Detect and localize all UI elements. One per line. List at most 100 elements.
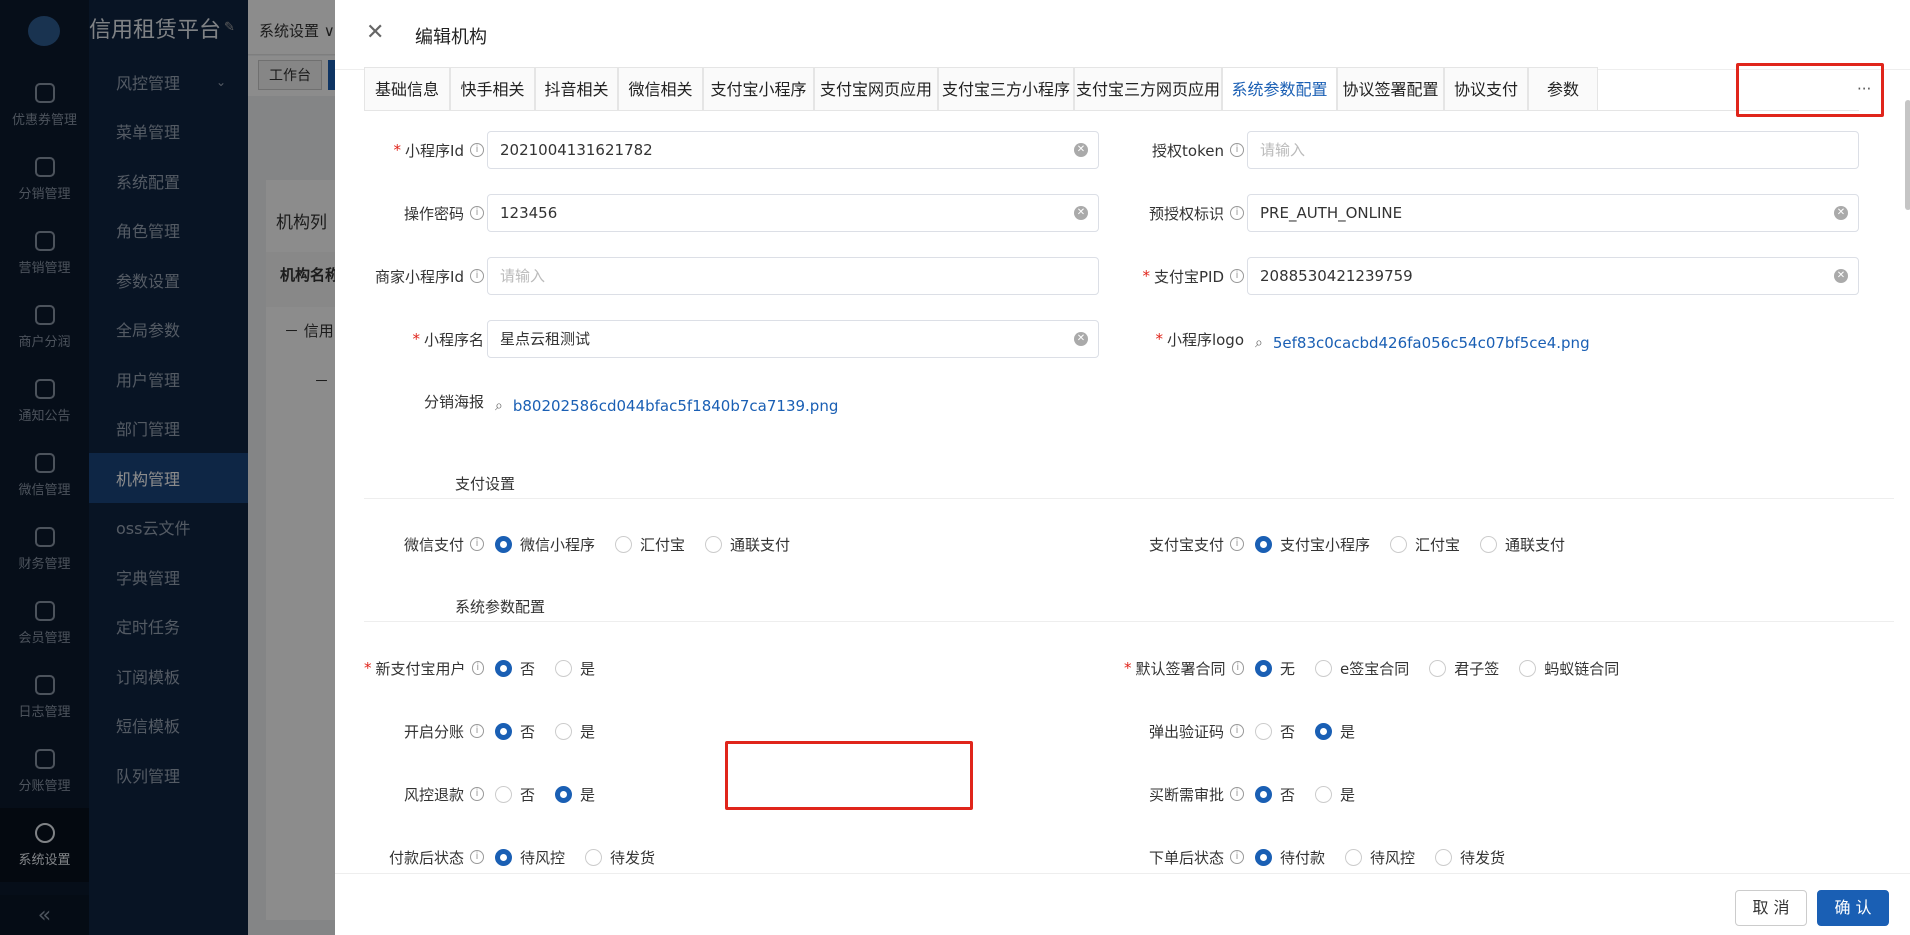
tab[interactable]: 参数 [1528,67,1598,110]
paperclip-icon: ⌕ [1255,335,1263,351]
close-icon[interactable]: ✕ [366,20,384,45]
merchant-mini-id-input[interactable]: 请输入 [487,257,1099,295]
radio-option[interactable]: 是 [555,784,595,805]
radio-dot [1255,785,1272,803]
cancel-button[interactable]: 取 消 [1735,890,1807,926]
radio-label: 待发货 [610,848,656,867]
radio-option[interactable]: 汇付宝 [615,534,685,555]
poster-file[interactable]: ⌕ b80202586cd044bfac5f1840b7ca7139.png [495,387,838,425]
radio-dot [1315,722,1333,740]
radio-option[interactable]: 是 [555,658,595,679]
radio-label: 君子签 [1454,659,1500,678]
radio-dot [495,659,512,677]
highlight-box-tab [1736,63,1884,117]
radio-dot [495,848,512,866]
default-contract-radio-group: 无 e签宝合同 君子签 蚂蚁链合同 [1255,649,1639,687]
label-wechat-pay: 微信支付 i [364,525,484,563]
new-alipay-user-radio-group: 否是 [495,649,615,687]
tab[interactable]: 协议签署配置 [1337,67,1444,110]
radio-option[interactable]: 蚂蚁链合同 [1519,658,1619,679]
radio-option[interactable]: 否 [495,784,535,805]
radio-option[interactable]: 君子签 [1429,658,1499,679]
radio-dot [1255,722,1272,740]
radio-option[interactable]: 微信小程序 [495,534,595,555]
confirm-button[interactable]: 确 认 [1817,890,1889,926]
clear-icon[interactable]: ✕ [1074,143,1088,157]
profit-share-radio-group: 否是 [495,712,615,750]
radio-option[interactable]: 否 [495,658,535,679]
section-pay: 支付设置 [364,473,1894,499]
mini-logo-file[interactable]: ⌕ 5ef83c0cacbd426fa056c54c07bf5ce4.png [1255,324,1590,362]
tab[interactable]: 系统参数配置 [1222,67,1337,110]
mini-name-input[interactable]: 星点云租测试 ✕ [487,320,1099,358]
label-alipay-pid: * 支付宝PID i [1124,257,1244,295]
edit-org-drawer: ✕ 编辑机构 基础信息 快手相关 抖音相关 微信相关 支付宝小程序 支付宝网页应用 支付宝三… [335,0,1910,935]
tab[interactable]: 抖音相关 [535,67,618,110]
op-password-input[interactable]: 123456 ✕ [487,194,1099,232]
info-icon: i [1230,206,1244,220]
label-op-password: 操作密码 i [364,194,484,232]
drawer-title: 编辑机构 [415,27,487,48]
tab[interactable]: 支付宝网页应用 [814,67,938,110]
label-after-order-status: 下单后状态 i [1124,838,1244,870]
info-icon: i [470,269,484,283]
radio-dot [1315,785,1333,803]
radio-dot [495,722,512,740]
radio-option[interactable]: 待发货 [585,847,655,868]
tab[interactable]: 微信相关 [618,67,703,110]
radio-option[interactable]: 是 [1315,721,1355,742]
tab[interactable]: 协议支付 [1444,67,1528,110]
radio-label: 否 [1280,722,1296,741]
clear-icon[interactable]: ✕ [1834,269,1848,283]
clear-icon[interactable]: ✕ [1074,206,1088,220]
radio-option[interactable]: 否 [495,721,535,742]
tab[interactable]: 支付宝三方网页应用 [1074,67,1222,110]
tab[interactable]: 快手相关 [450,67,535,110]
radio-dot [1390,535,1408,553]
radio-option[interactable]: 待发货 [1435,847,1505,868]
tab[interactable]: 支付宝三方小程序 [938,67,1074,110]
radio-dot [1255,659,1272,677]
scrollbar[interactable] [1905,100,1910,210]
mini-id-input[interactable]: 2021004131621782 ✕ [487,131,1099,169]
info-icon: i [470,724,484,738]
label-default-contract: * 默认签署合同 i [1124,649,1244,687]
label-new-alipay-user: * 新支付宝用户 i [364,649,484,687]
radio-option[interactable]: e签宝合同 [1315,658,1409,679]
radio-option[interactable]: 否 [1255,784,1295,805]
radio-dot [705,535,723,553]
radio-option[interactable]: 待风控 [1345,847,1415,868]
radio-dot [585,848,603,866]
tab[interactable]: 基础信息 [364,67,450,110]
tab[interactable]: 支付宝小程序 [703,67,814,110]
radio-option[interactable]: 通联支付 [705,534,790,555]
radio-label: 否 [520,785,536,804]
radio-dot [555,659,573,677]
radio-dot [1255,848,1272,866]
preauth-input[interactable]: PRE_AUTH_ONLINE ✕ [1247,194,1859,232]
radio-option[interactable]: 通联支付 [1480,534,1565,555]
radio-option[interactable]: 支付宝小程序 [1255,534,1370,555]
radio-option[interactable]: 待付款 [1255,847,1325,868]
clear-icon[interactable]: ✕ [1834,206,1848,220]
info-icon: i [1230,143,1244,157]
clear-icon[interactable]: ✕ [1074,332,1088,346]
label-mini-logo: * 小程序logo [1155,330,1244,349]
radio-label: 微信小程序 [520,535,596,554]
paperclip-icon: ⌕ [495,398,503,414]
auth-token-input[interactable]: 请输入 [1247,131,1859,169]
radio-option[interactable]: 待风控 [495,847,565,868]
radio-label: 是 [1340,722,1356,741]
popup-captcha-radio-group: 否是 [1255,712,1375,750]
label-poster: 分销海报 [423,392,484,411]
radio-option[interactable]: 否 [1255,721,1295,742]
alipay-pid-input[interactable]: 2088530421239759 ✕ [1247,257,1859,295]
radio-dot [1480,535,1498,553]
radio-option[interactable]: 是 [555,721,595,742]
info-icon: i [1230,787,1244,801]
radio-option[interactable]: 汇付宝 [1390,534,1460,555]
radio-option[interactable]: 是 [1315,784,1355,805]
radio-label: 汇付宝 [640,535,686,554]
info-icon: i [1230,537,1244,551]
radio-option[interactable]: 无 [1255,658,1295,679]
